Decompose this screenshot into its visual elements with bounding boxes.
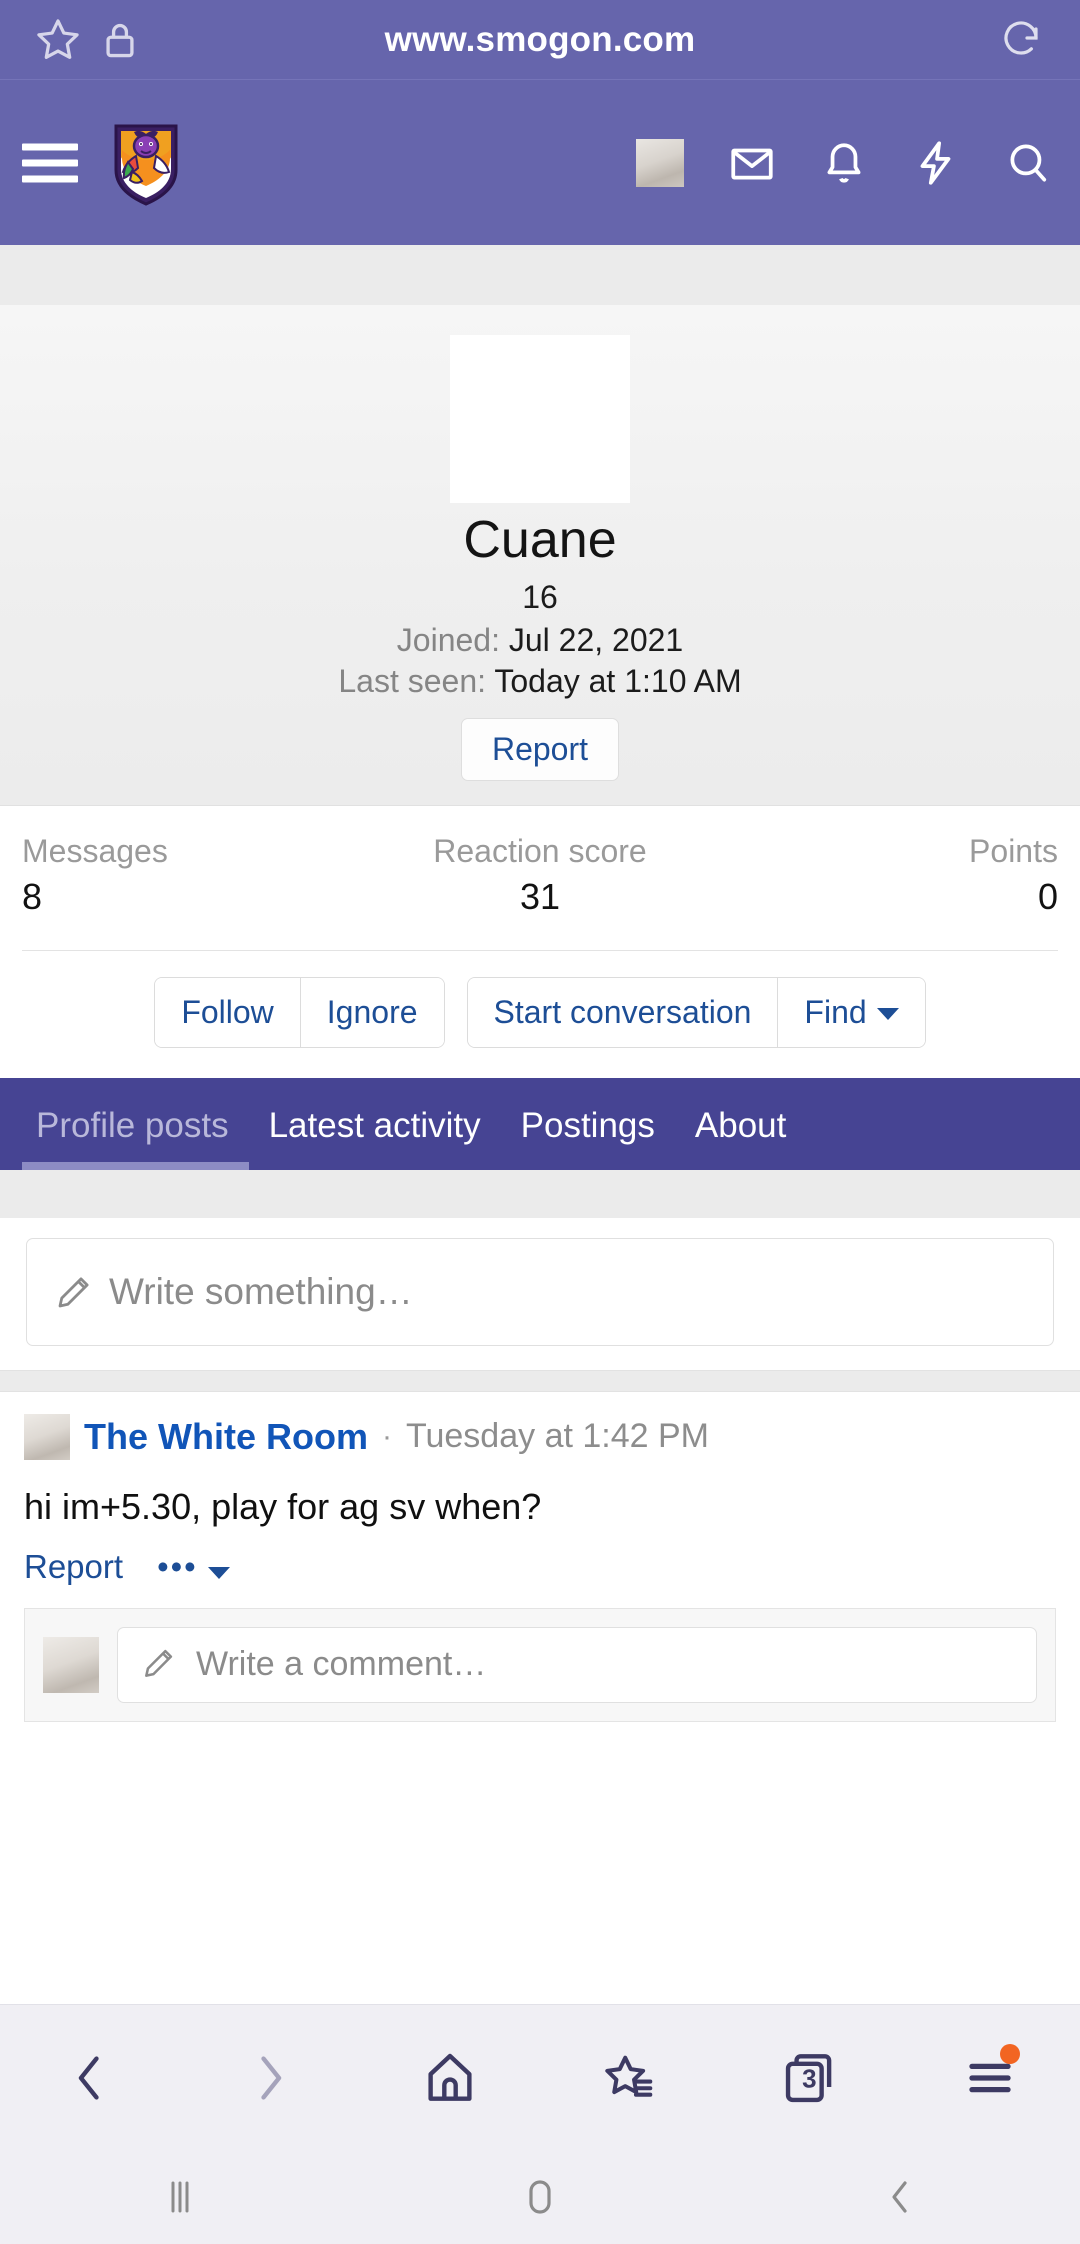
chevron-down-icon (876, 1008, 899, 1021)
ignore-button[interactable]: Ignore (300, 977, 444, 1047)
profile-header: Cuane 16 Joined: Jul 22, 2021 Last seen:… (0, 305, 1080, 806)
stat-label: Points (969, 832, 1058, 869)
hamburger-menu-icon[interactable] (22, 134, 78, 191)
post-header: The White Room · Tuesday at 1:42 PM (24, 1413, 1056, 1460)
profile-tab-bar: Profile posts Latest activity Postings A… (0, 1077, 1080, 1170)
profile-post: The White Room · Tuesday at 1:42 PM hi i… (0, 1391, 1080, 1722)
last-seen-line: Last seen: Today at 1:10 AM (0, 663, 1080, 700)
report-post-button[interactable]: Report (24, 1548, 123, 1586)
profile-action-buttons: Follow Ignore Start conversation Find (0, 950, 1080, 1078)
site-nav-bar (0, 80, 1080, 245)
post-body: hi im+5.30, play for ag sv when? (24, 1485, 542, 1527)
stat-messages: Messages 8 (22, 830, 367, 922)
lock-icon (98, 18, 142, 62)
back-arrow-icon[interactable] (42, 2030, 138, 2126)
user-avatar-icon[interactable] (634, 137, 686, 189)
joined-value: Jul 22, 2021 (508, 621, 684, 658)
bookmarks-star-icon[interactable] (582, 2030, 678, 2126)
browser-bottom-toolbar: 3 (0, 2004, 1080, 2150)
stat-value: 0 (1037, 875, 1058, 917)
follow-ignore-group: Follow Ignore (154, 976, 445, 1048)
reload-icon[interactable] (998, 16, 1046, 64)
post-separator: · (381, 1419, 392, 1453)
stat-reaction-score: Reaction score 31 (367, 830, 712, 922)
recents-icon[interactable] (135, 2167, 225, 2227)
joined-line: Joined: Jul 22, 2021 (0, 622, 1080, 659)
pencil-icon (140, 1644, 182, 1686)
inbox-envelope-icon[interactable] (726, 137, 778, 189)
avatar[interactable] (450, 335, 630, 503)
tab-latest-activity[interactable]: Latest activity (249, 1106, 501, 1170)
post-actions: Report ••• (24, 1548, 1056, 1608)
current-user-avatar (43, 1636, 99, 1693)
tab-about[interactable]: About (675, 1106, 806, 1170)
find-dropdown-button[interactable]: Find (778, 977, 925, 1047)
page-title: Cuane (463, 511, 617, 569)
composer-wrap: Write something… (0, 1217, 1080, 1370)
report-profile-button[interactable]: Report (460, 717, 620, 781)
pencil-icon (53, 1271, 95, 1313)
composer-placeholder: Write something… (109, 1270, 413, 1312)
profile-stats: Messages 8 Reaction score 31 Points 0 (0, 805, 1080, 928)
find-label: Find (804, 993, 867, 1030)
profile-age: 16 (522, 578, 558, 615)
post-timestamp[interactable]: Tuesday at 1:42 PM (406, 1417, 709, 1456)
post-author-avatar[interactable] (24, 1413, 70, 1460)
tab-postings[interactable]: Postings (501, 1106, 675, 1170)
last-seen-value: Today at 1:10 AM (494, 662, 742, 699)
home-circle-icon[interactable] (495, 2167, 585, 2227)
menu-notification-dot (1000, 2043, 1020, 2064)
start-conversation-button[interactable]: Start conversation (467, 977, 779, 1047)
tab-profile-posts[interactable]: Profile posts (22, 1106, 249, 1170)
post-author-link[interactable]: The White Room (84, 1416, 368, 1458)
url-text[interactable]: www.smogon.com (0, 20, 1080, 60)
follow-button[interactable]: Follow (155, 977, 301, 1047)
section-separator (0, 1369, 1080, 1392)
joined-label: Joined: (396, 621, 500, 658)
search-icon[interactable] (1002, 137, 1054, 189)
last-seen-label: Last seen: (338, 662, 487, 699)
smogon-logo[interactable] (110, 120, 182, 206)
stat-label: Reaction score (433, 832, 647, 869)
nav-icon-group (634, 137, 1054, 189)
home-icon[interactable] (402, 2030, 498, 2126)
post-more-menu[interactable]: ••• (157, 1548, 230, 1586)
android-navigation-bar (0, 2150, 1080, 2244)
stat-points: Points 0 (713, 830, 1058, 922)
chevron-down-icon (207, 1567, 230, 1580)
bolt-icon[interactable] (910, 137, 962, 189)
comment-composer: Write a comment… (24, 1607, 1056, 1722)
menu-icon[interactable] (942, 2030, 1038, 2126)
write-something-input[interactable]: Write something… (26, 1237, 1054, 1346)
browser-url-bar: www.smogon.com (0, 0, 1080, 80)
tab-count-label: 3 (802, 2063, 817, 2094)
stat-value: 8 (22, 875, 43, 917)
back-chevron-icon[interactable] (855, 2167, 945, 2227)
comment-placeholder: Write a comment… (196, 1645, 487, 1684)
conversation-find-group: Start conversation Find (466, 976, 926, 1048)
write-comment-input[interactable]: Write a comment… (117, 1626, 1037, 1703)
stat-label: Messages (22, 832, 168, 869)
page-top-spacer (0, 245, 1080, 305)
ellipsis-icon: ••• (157, 1547, 198, 1585)
tab-content-spacer (0, 1169, 1080, 1218)
alerts-bell-icon[interactable] (818, 137, 870, 189)
star-icon[interactable] (32, 14, 84, 66)
stat-value: 31 (519, 875, 561, 917)
tabs-icon[interactable]: 3 (762, 2030, 858, 2126)
forward-arrow-icon (222, 2030, 318, 2126)
